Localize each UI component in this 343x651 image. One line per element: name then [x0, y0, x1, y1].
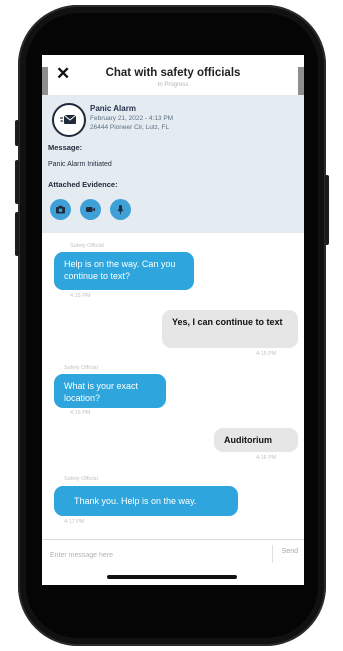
message-input[interactable]	[48, 544, 274, 566]
audio-evidence-button[interactable]	[110, 199, 131, 220]
envelope-alarm-icon-graphic	[60, 114, 77, 124]
alert-date: February 21, 2022 - 4:13 PM	[90, 115, 174, 122]
phone-volume-down-button	[15, 212, 19, 256]
message-label: Message:	[48, 143, 83, 152]
home-indicator[interactable]	[107, 575, 237, 579]
phone-power-button	[325, 175, 329, 245]
phone-screen: ✕ Chat with safety officials In Progress…	[42, 55, 304, 585]
envelope-alarm-icon	[52, 103, 86, 137]
alert-card: Panic Alarm February 21, 2022 - 4:13 PM …	[42, 95, 304, 233]
message-timestamp: 4:16 PM	[70, 410, 91, 416]
message-sender: Safety Official	[64, 476, 98, 482]
message-timestamp: 4:15 PM	[256, 351, 277, 357]
alert-name: Panic Alarm	[90, 104, 136, 113]
message-timestamp: 4:15 PM	[70, 293, 91, 299]
composer-divider	[272, 545, 273, 563]
send-button[interactable]: Send	[282, 548, 298, 555]
incoming-message-bubble: Thank you. Help is on the way.	[54, 486, 238, 516]
phone-volume-up-button	[15, 160, 19, 204]
camera-evidence-button[interactable]	[50, 199, 71, 220]
camera-icon	[56, 205, 65, 214]
message-timestamp: 4:16 PM	[256, 455, 277, 461]
message-timestamp: 4:17 PM	[64, 519, 85, 525]
outgoing-message-bubble: Auditorium	[214, 428, 298, 452]
phone-side-button	[15, 120, 19, 146]
video-icon	[86, 207, 95, 212]
chat-status: In Progress	[157, 82, 189, 88]
message-value: Panic Alarm Initiated	[48, 161, 112, 168]
incoming-message-bubble: Help is on the way. Can you continue to …	[54, 252, 194, 290]
video-evidence-button[interactable]	[80, 199, 101, 220]
page-title: Chat with safety officials	[105, 67, 241, 79]
message-sender: Safety Official	[64, 365, 98, 371]
message-composer: Send	[42, 539, 304, 568]
microphone-icon	[117, 205, 124, 214]
outgoing-message-bubble: Yes, I can continue to text	[162, 310, 298, 348]
message-sender: Safety Official	[70, 243, 104, 249]
chat-header: ✕ Chat with safety officials In Progress	[42, 55, 304, 113]
evidence-label: Attached Evidence:	[48, 180, 118, 189]
alert-address: 26444 Pioneer Cir, Lutz, FL	[90, 124, 170, 131]
phone-notch	[121, 13, 261, 47]
incoming-message-bubble: What is your exact location?	[54, 374, 166, 408]
